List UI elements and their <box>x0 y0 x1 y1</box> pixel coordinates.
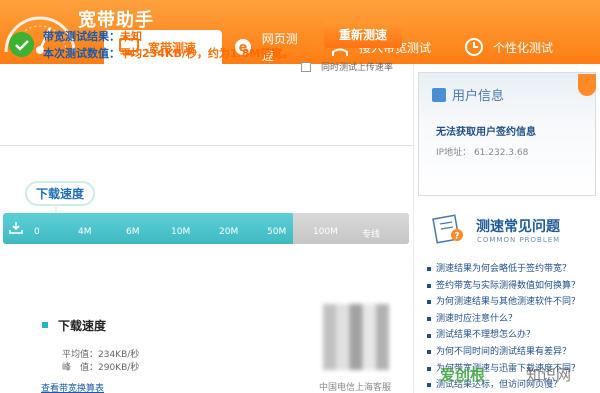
faq-item-label: 测速结果为何会略低于签约带宽？ <box>436 264 572 274</box>
measured-value-line: 本次测试数值：平均234KB/秒，约为1.8M带宽。 <box>43 45 293 61</box>
measured-value-label: 本次测试数值： <box>43 47 120 60</box>
watermark-text: 知识网 <box>526 366 572 384</box>
bullet-icon <box>427 267 431 272</box>
bullet-icon <box>427 317 431 322</box>
faq-title: 测速常见问题 <box>476 219 560 235</box>
bandwidth-table-link[interactable]: 查看带宽换算表 <box>41 381 104 393</box>
bullet-icon <box>427 350 431 355</box>
faq-item[interactable]: 测速结果为何会略低于签约带宽？ <box>424 261 600 278</box>
result-line: 带宽测试结果：未知 <box>43 28 142 44</box>
bullet-icon <box>427 333 431 338</box>
tab-label: 个性化测试 <box>493 40 554 55</box>
divider <box>0 145 415 146</box>
svg-text:?: ? <box>454 232 459 242</box>
faq-item[interactable]: 为何不同时间的测试结果有差异？ <box>424 344 600 361</box>
faq-item[interactable]: 测试结果不理想怎么办？ <box>424 327 600 344</box>
faq-item-label: 为何测速结果与其他测速软件不同？ <box>436 297 581 308</box>
column-divider <box>413 64 414 393</box>
scale-tick: 50M <box>267 227 287 237</box>
ip-address: IP地址： 61.232.3.68 <box>436 148 529 158</box>
measured-value: 平均234KB/秒，约为1.8M带宽。 <box>120 47 294 60</box>
peak-speed: 峰 值：290KB/秒 <box>62 363 140 373</box>
scale-tick: 20M <box>219 227 239 237</box>
faq-document-icon: ? <box>432 214 463 244</box>
check-icon <box>9 32 34 57</box>
bullet-icon <box>427 366 431 371</box>
result-area <box>0 64 415 144</box>
no-subscription-info: 无法获取用户签约信息 <box>436 127 536 138</box>
bullet-icon <box>427 283 431 288</box>
panel-tag-icon <box>578 74 596 96</box>
bullet-square <box>42 322 48 328</box>
user-info-title: 用户信息 <box>452 89 505 104</box>
tab-custom-test[interactable]: 个性化测试 <box>453 30 565 64</box>
scale-tick: 4M <box>78 227 92 237</box>
faq-item[interactable]: 签约带宽与实际测得数值如何换算？ <box>424 278 600 295</box>
faq-item-label: 签约带宽与实际测得数值如何换算？ <box>436 280 581 291</box>
upload-test-label: 同时测试上传速率 <box>321 63 394 73</box>
bullet-icon <box>427 300 431 305</box>
faq-item-label: 测速时应注意什么？ <box>436 313 518 324</box>
result-value: 未知 <box>120 30 142 43</box>
user-info-icon <box>432 87 446 102</box>
faq-item[interactable]: 测速时应注意什么？ <box>424 311 600 328</box>
download-speed-title: 下载速度 <box>58 319 107 333</box>
watermark-text: 爱创根 <box>440 366 486 384</box>
average-speed: 平均值：234KB/秒 <box>62 350 140 360</box>
scale-tick: 6M <box>126 227 140 237</box>
clock-icon <box>463 36 485 58</box>
faq-item-label: 为何不同时间的测试结果有差异？ <box>436 346 572 357</box>
retest-button[interactable]: 重新测速 <box>324 21 402 48</box>
scale-tick: 100M <box>313 227 338 237</box>
qr-caption: 中国电信上海客服 <box>319 383 392 393</box>
download-speed-bubble: 下载速度 <box>25 181 95 206</box>
faq-item[interactable]: 为何测速结果与其他测速软件不同？ <box>424 294 600 311</box>
upload-test-checkbox[interactable] <box>301 62 311 72</box>
result-label: 带宽测试结果： <box>43 30 120 43</box>
user-info-header: 用户信息 <box>432 85 504 104</box>
bullet-icon <box>427 383 431 388</box>
faq-item-label: 测试结果不理想怎么办？ <box>436 330 536 341</box>
faq-subtitle: COMMON PROBLEM <box>477 236 561 244</box>
scale-tick: 专线 <box>362 230 381 240</box>
scale-tick: 10M <box>171 227 191 237</box>
download-tray-icon <box>9 222 23 234</box>
speed-scale-dedicated-segment <box>293 213 409 244</box>
scale-tick: 0 <box>34 227 40 237</box>
qr-code-image <box>323 304 389 370</box>
